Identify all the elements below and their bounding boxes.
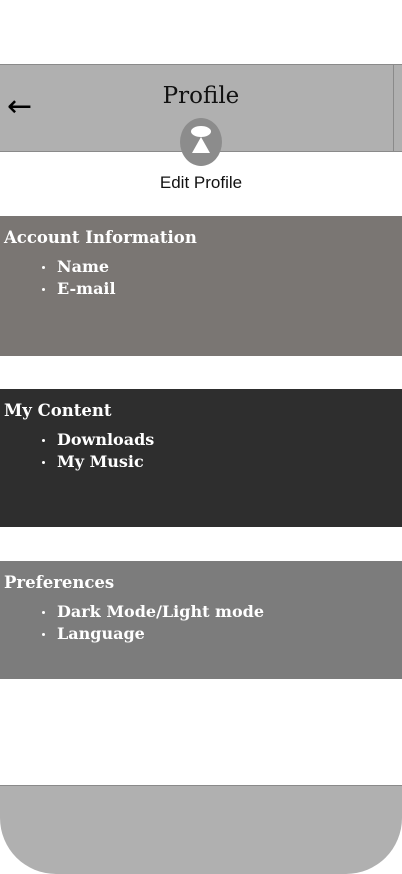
account-information-list: Name E-mail — [38, 256, 116, 300]
preferences-section: Preferences Dark Mode/Light mode Languag… — [0, 561, 402, 679]
preferences-list: Dark Mode/Light mode Language — [38, 601, 264, 645]
list-item-my-music[interactable]: My Music — [38, 451, 154, 473]
section-title: Account Information — [4, 228, 197, 247]
page-title: Profile — [162, 83, 240, 109]
my-content-list: Downloads My Music — [38, 429, 154, 473]
bottom-navigation-bar — [0, 785, 402, 874]
account-information-section: Account Information Name E-mail — [0, 216, 402, 356]
avatar-head-shape — [191, 126, 211, 137]
header-divider — [393, 65, 394, 151]
list-item-theme-mode[interactable]: Dark Mode/Light mode — [38, 601, 264, 623]
list-item-language[interactable]: Language — [38, 623, 264, 645]
my-content-section: My Content Downloads My Music — [0, 389, 402, 527]
section-title: Preferences — [4, 573, 115, 592]
list-item-name[interactable]: Name — [38, 256, 116, 278]
section-title: My Content — [4, 401, 112, 420]
avatar-icon[interactable] — [180, 118, 222, 166]
list-item-email[interactable]: E-mail — [38, 278, 116, 300]
edit-profile-button[interactable]: Edit Profile — [0, 173, 402, 193]
list-item-downloads[interactable]: Downloads — [38, 429, 154, 451]
avatar-body-shape — [192, 137, 210, 153]
